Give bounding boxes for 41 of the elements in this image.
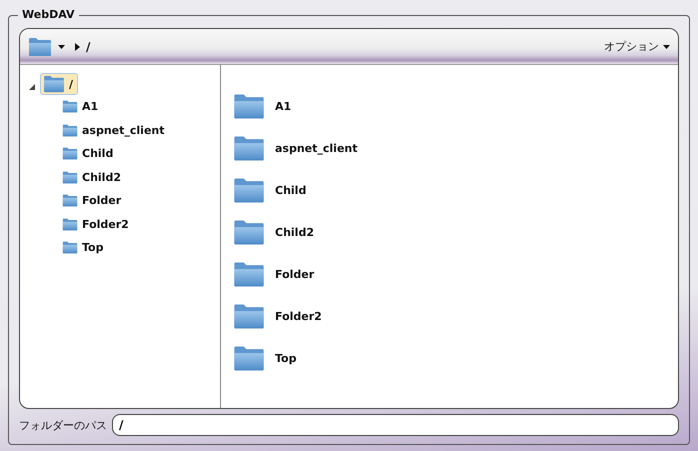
caret-icon [58,44,65,48]
group-title: WebDAV [18,8,78,21]
folder-item[interactable]: Top [233,337,296,379]
folder-icon [62,147,78,160]
folder-icon [62,241,78,254]
folder-icon [43,75,65,93]
tree-item[interactable]: Child2 [58,168,125,186]
breadcrumb-link[interactable]: / [86,40,90,54]
breadcrumb-arrow-icon[interactable] [75,42,80,50]
folder-item[interactable]: Folder2 [233,295,322,337]
folder-icon [62,170,78,184]
folder-icon [62,194,78,208]
folder-menu-button[interactable] [28,36,65,56]
tree-item[interactable]: A1 [58,98,102,116]
folder-icon [28,36,52,56]
folder-item[interactable]: A1 [233,85,292,127]
folder-icon [233,344,265,372]
tree-item[interactable]: Child [58,145,118,162]
tree-item[interactable]: aspnet_client [58,122,169,139]
tree-item[interactable]: / [40,73,78,95]
folder-path-label: フォルダーのパス [19,418,107,432]
folder-item[interactable]: Folder [233,253,314,295]
collapse-icon[interactable] [29,84,35,90]
folder-icon [233,134,265,162]
folder-icon [62,124,78,137]
folder-icon [62,218,78,231]
folder-icon [233,302,265,330]
options-button[interactable]: オプション [604,39,670,54]
folder-icon [62,100,78,114]
folder-icon [233,92,265,120]
tree-item[interactable]: Top [58,239,108,256]
folder-icon [233,260,265,288]
folder-icon [233,176,265,204]
folder-item[interactable]: Child2 [233,211,314,253]
folder-path-field[interactable]: / [112,414,679,436]
folder-icon [233,218,265,246]
tree-item[interactable]: Folder [58,192,126,210]
tree-item[interactable]: Folder2 [58,216,133,233]
folder-item[interactable]: Child [233,169,306,211]
caret-icon [663,44,670,48]
folder-item[interactable]: aspnet_client [233,127,358,169]
